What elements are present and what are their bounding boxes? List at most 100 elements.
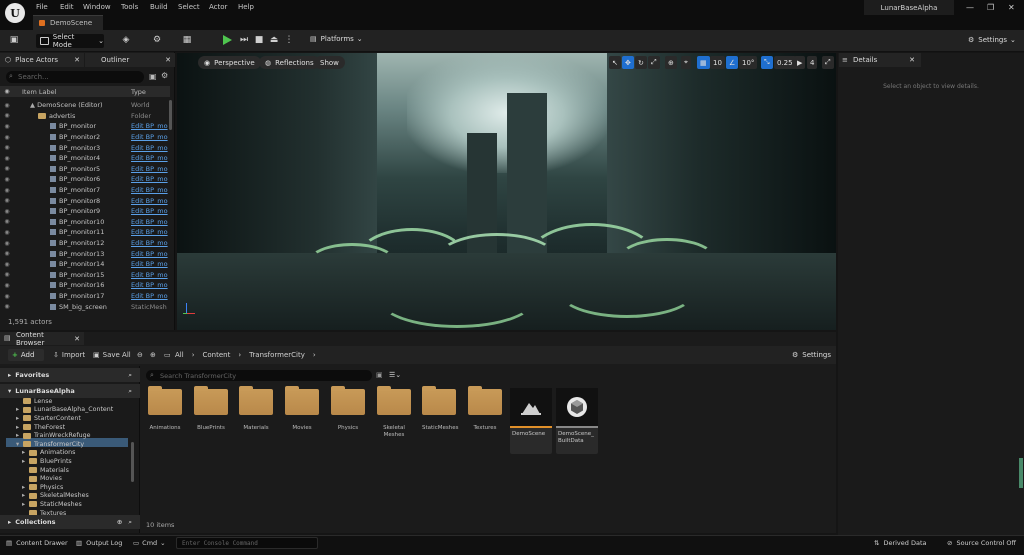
visibility-eye-icon[interactable]: ◉ [0,144,14,151]
tree-folder[interactable]: ▾ TransformerCity [16,440,84,449]
folder-icon[interactable]: ▭ [164,351,171,359]
outliner-row[interactable]: ◉ BP_monitor Edit BP_mo [0,121,170,132]
collections-header[interactable]: ▸ Collections ⊕ ⌕ [0,515,140,529]
asset-folder[interactable]: Materials [239,386,279,432]
forward-icon[interactable]: ⊕ [150,351,156,359]
menu-actor[interactable]: Actor [209,3,227,11]
outliner-row[interactable]: ◉ SM_big_screen StaticMesh [0,301,170,312]
edit-blueprint-link[interactable]: Edit BP_mo [131,144,168,152]
derived-data-button[interactable]: ⇅ Derived Data [874,539,927,547]
outliner-row[interactable]: ◉ BP_monitor10 Edit BP_mo [0,217,170,228]
visibility-eye-icon[interactable]: ◉ [0,229,14,236]
menu-window[interactable]: Window [83,3,111,11]
asset-folder[interactable]: Animations [148,386,188,432]
add-folder-icon[interactable]: ▣ [149,72,157,81]
asset-folder[interactable]: Skeletal Meshes [377,386,417,439]
back-icon[interactable]: ⊖ [137,351,143,359]
cinematics-icon[interactable]: ▦ [181,35,193,46]
edit-blueprint-link[interactable]: Edit BP_mo [131,292,168,300]
chevron-down-icon[interactable]: ▾ [16,441,23,448]
details-scrollbar[interactable] [1019,458,1023,488]
chevron-right-icon[interactable]: ▸ [16,406,23,413]
output-log-button[interactable]: ▥ Output Log [76,539,122,547]
tab-content-browser[interactable]: Content Browser ✕ [0,331,84,347]
menu-select[interactable]: Select [178,3,200,11]
add-button[interactable]: + Add [8,349,44,361]
edit-blueprint-link[interactable]: Edit BP_mo [131,218,168,226]
platforms-button[interactable]: ▤ Platforms ⌄ [310,35,363,43]
edit-blueprint-link[interactable]: Edit BP_mo [131,281,168,289]
console-input[interactable]: Enter Console Command [176,537,318,549]
rotate-tool-icon[interactable]: ↻ [635,56,647,69]
tree-folder[interactable]: ▸ BluePrints [22,457,72,466]
visibility-eye-icon[interactable]: ◉ [0,208,14,215]
gear-icon[interactable]: ⚙ [161,71,168,80]
edit-blueprint-link[interactable]: Edit BP_mo [131,165,168,173]
visibility-eye-icon[interactable]: ◉ [0,155,14,162]
grid-snap-value[interactable]: 10 [710,56,725,69]
outliner-row[interactable]: ◉ BP_monitor11 Edit BP_mo [0,227,170,238]
outliner-scrollbar[interactable] [169,100,172,130]
chevron-right-icon[interactable]: ▸ [16,432,23,439]
cmd-dropdown[interactable]: ▭ Cmd ⌄ [133,539,166,547]
save-icon[interactable]: ▣ [8,35,20,46]
chevron-right-icon[interactable]: ▸ [22,484,29,491]
chevron-right-icon[interactable]: ▸ [22,458,29,465]
edit-blueprint-link[interactable]: Edit BP_mo [131,260,168,268]
visibility-eye-icon[interactable]: ◉ [0,112,14,119]
outliner-row[interactable]: ◉ BP_monitor15 Edit BP_mo [0,270,170,281]
asset-folder[interactable]: Textures [468,386,508,432]
outliner-row[interactable]: ◉ BP_monitor3 Edit BP_mo [0,142,170,153]
outliner-row[interactable]: ◉ BP_monitor8 Edit BP_mo [0,195,170,206]
asset-folder[interactable]: Movies [285,386,325,432]
menu-help[interactable]: Help [238,3,254,11]
source-control-button[interactable]: ⊘ Source Control Off [947,539,1016,547]
visibility-eye-icon[interactable]: ◉ [0,250,14,257]
translate-tool-icon[interactable]: ✥ [622,56,634,69]
outliner-row[interactable]: ◉ BP_monitor13 Edit BP_mo [0,248,170,259]
visibility-eye-icon[interactable]: ◉ [0,282,14,289]
visibility-eye-icon[interactable]: ◉ [0,165,14,172]
outliner-row[interactable]: ◉ BP_monitor5 Edit BP_mo [0,164,170,175]
stop-icon[interactable]: ■ [253,35,265,46]
breadcrumb-transformercity[interactable]: TransformerCity [249,351,305,359]
project-root-header[interactable]: ▾ LunarBaseAlpha ⌕ [0,384,140,398]
level-viewport[interactable]: ≡ ◉Perspective ◍Reflections Show ↖ ✥ ↻ ⤢… [177,53,836,330]
maximize-viewport-icon[interactable]: ⤢ [822,56,834,69]
menu-edit[interactable]: Edit [60,3,74,11]
chevron-right-icon[interactable]: ▸ [22,501,29,508]
chevron-right-icon[interactable]: ▸ [16,415,23,422]
close-icon[interactable]: ✕ [74,335,80,343]
tree-folder[interactable]: ▸ StaticMeshes [22,500,82,509]
content-search-input[interactable]: Search TransformerCity [146,370,372,381]
add-actor-icon[interactable]: ◈ [120,35,132,46]
asset-folder[interactable]: BluePrints [194,386,234,432]
camera-speed-icon[interactable]: ▶ [794,56,806,69]
edit-blueprint-link[interactable]: Edit BP_mo [131,133,168,141]
rotation-snap-icon[interactable]: ∠ [726,56,739,69]
import-button[interactable]: ⇩ Import [53,351,85,359]
edit-blueprint-link[interactable]: Edit BP_mo [131,207,168,215]
tree-folder[interactable]: ▸ TheForest [16,423,65,432]
outliner-row[interactable]: ◉ BP_monitor2 Edit BP_mo [0,132,170,143]
maximize-icon[interactable]: ❐ [987,3,994,12]
tree-folder[interactable]: Lense [16,397,52,406]
visibility-eye-icon[interactable]: ◉ [0,261,14,268]
visibility-eye-icon[interactable]: ◉ [0,187,14,194]
edit-blueprint-link[interactable]: Edit BP_mo [131,154,168,162]
tab-demoscene[interactable]: DemoScene [33,15,103,30]
edit-blueprint-link[interactable]: Edit BP_mo [131,175,168,183]
save-all-button[interactable]: ▣ Save All [93,351,131,359]
outliner-row[interactable]: ◉ BP_monitor7 Edit BP_mo [0,185,170,196]
content-browser-settings-button[interactable]: ⚙ Settings [792,351,831,359]
visibility-eye-icon[interactable]: ◉ [0,218,14,225]
more-options-icon[interactable]: ⋮ [283,35,295,46]
outliner-row[interactable]: ◉ advertis Folder [0,111,170,122]
menu-tools[interactable]: Tools [121,3,138,11]
tree-folder[interactable]: ▸ SkeletalMeshes [22,492,89,501]
tab-details[interactable]: Details ✕ [839,53,921,67]
edit-blueprint-link[interactable]: Edit BP_mo [131,186,168,194]
world-space-icon[interactable]: ⊕ [665,56,677,69]
visibility-eye-icon[interactable]: ◉ [0,303,14,310]
col-type[interactable]: Type [131,88,146,96]
